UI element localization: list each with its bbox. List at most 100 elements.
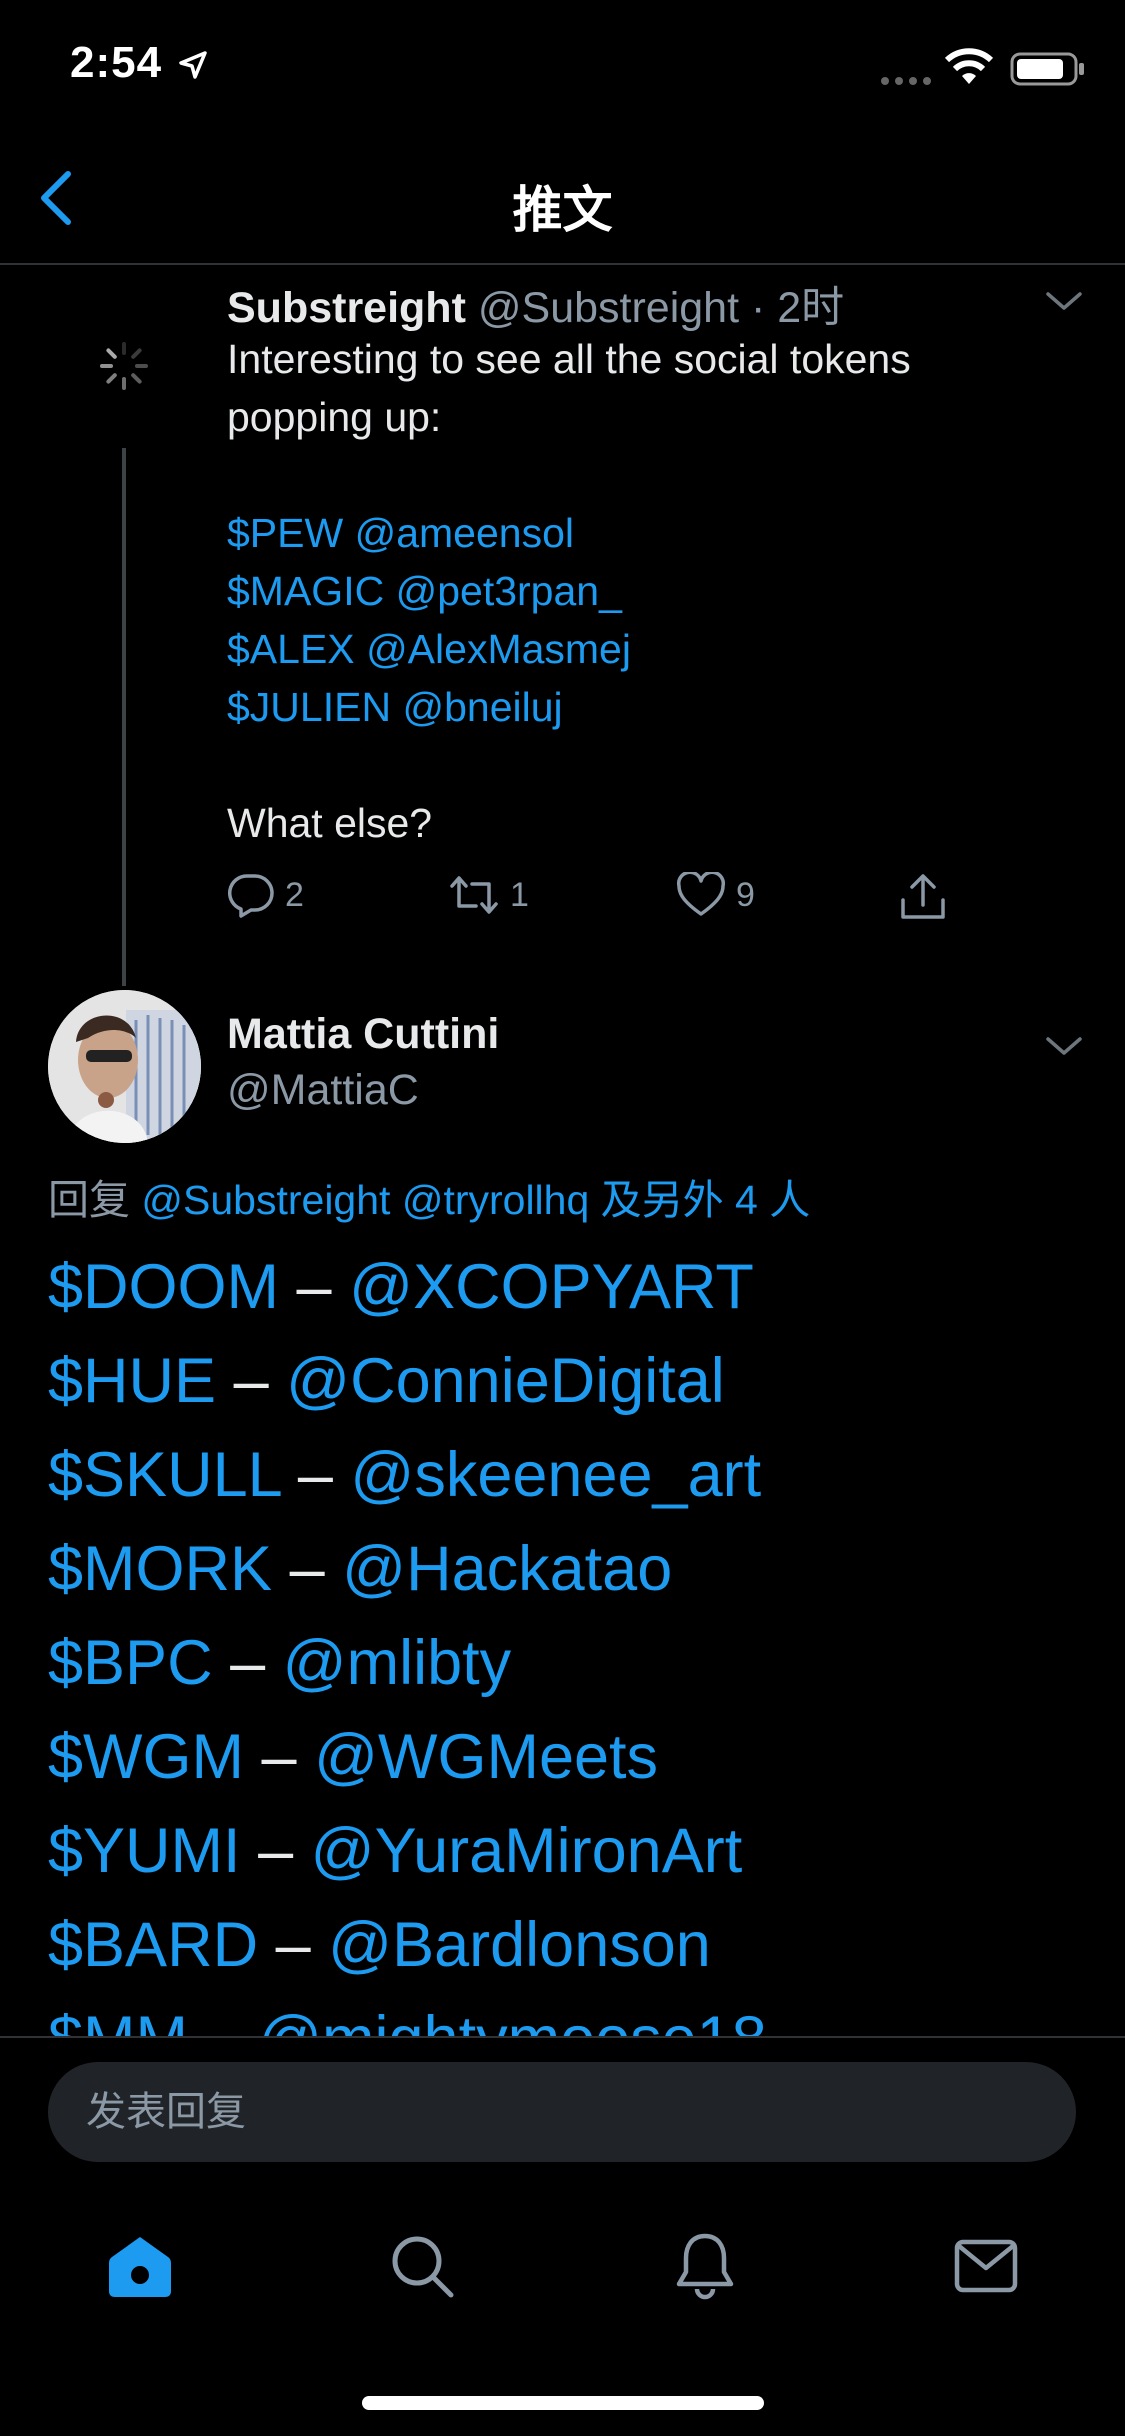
loading-spinner-icon [100,342,148,390]
dash-separator: – [296,1252,332,1322]
replying-to: 回复 @Substreight @tryrollhq 及另外 4 人 [48,1166,810,1226]
token-entry: $MORK – @Hackatao [48,1522,767,1616]
mention-link[interactable]: @bneiluj [402,684,562,730]
tweet-text-segment [384,568,395,614]
cashtag-link[interactable]: $PEW [227,510,343,556]
retweet-button[interactable]: 1 [448,872,529,918]
reply-count: 2 [285,875,304,914]
author-name[interactable]: Mattia Cuttini [227,1010,499,1059]
home-indicator [362,2396,764,2410]
cashtag-link[interactable]: $HUE [48,1346,216,1416]
cashtag-link[interactable]: $MAGIC [227,568,384,614]
dash-separator: – [297,1440,333,1510]
dash-separator: – [233,1346,269,1416]
reply-input[interactable] [48,2062,1076,2162]
cashtag-link[interactable]: $MM [48,2004,188,2036]
cashtag-link[interactable]: $MORK [48,1534,272,1604]
tweet-text-segment: Interesting to see all the social tokens [227,336,911,382]
tab-notifications[interactable] [665,2226,745,2306]
replying-to-label: 回复 [48,1177,130,1223]
mention-link[interactable]: @ConnieDigital [286,1346,725,1416]
cashtag-link[interactable]: $BPC [48,1628,213,1698]
like-button[interactable]: 9 [676,872,755,918]
mention-link[interactable]: @pet3rpan_ [396,568,622,614]
mention-link[interactable]: @AlexMasmej [366,626,631,672]
messages-icon [954,2239,1018,2293]
token-entry: $DOOM – @XCOPYART [48,1240,767,1334]
cashtag-link[interactable]: $SKULL [48,1440,280,1510]
mention-link[interactable]: @WGMeets [314,1722,658,1792]
mention-link[interactable]: @Hackatao [342,1534,672,1604]
tweet-line [227,446,1027,504]
dash-separator: – [230,1628,266,1698]
thread-connector-line [122,448,126,986]
tweet-header: Substreight @Substreight · 2时 [227,273,844,335]
cashtag-link[interactable]: $BARD [48,1910,258,1980]
chevron-down-icon[interactable] [1044,1035,1084,1059]
like-count: 9 [736,875,755,914]
tweet-text: Interesting to see all the social tokens… [227,330,1027,852]
author-name[interactable]: Substreight [227,284,466,332]
avatar-image [48,990,201,1143]
author-handle[interactable]: @MattiaC [227,1066,419,1115]
avatar[interactable] [48,990,201,1143]
dash-separator: – [258,1816,294,1886]
share-icon [901,874,945,919]
tweet-thread[interactable]: Substreight @Substreight · 2时 Interestin… [0,0,1125,2036]
search-icon [392,2236,454,2298]
mention-link[interactable]: @mightymoose18 [258,2004,767,2036]
retweet-icon [450,876,498,914]
dash-separator: – [289,1534,325,1604]
token-entry: $HUE – @ConnieDigital [48,1334,767,1428]
mention-link[interactable]: @XCOPYART [349,1252,754,1322]
dash-separator: – [261,1722,297,1792]
cashtag-link[interactable]: $YUMI [48,1816,241,1886]
tab-messages[interactable] [946,2226,1026,2306]
reply-divider [0,2036,1125,2038]
tweet-line: $MAGIC @pet3rpan_ [227,562,1027,620]
dash-separator: – [206,2004,241,2036]
share-button[interactable] [898,872,958,922]
tweet-line [227,736,1027,794]
token-entry: $MM – @mightymoose18 [48,1992,767,2036]
mention-link[interactable]: @skeenee_art [350,1440,761,1510]
tweet-text-segment [343,510,354,556]
tab-search[interactable] [382,2226,462,2306]
dot-separator: · [750,284,766,332]
cashtag-link[interactable]: $ALEX [227,626,355,672]
author-handle[interactable]: @Substreight [478,284,739,332]
replying-to-mentions[interactable]: @Substreight @tryrollhq 及另外 4 人 [141,1177,810,1223]
tweet-text-segment [355,626,366,672]
tweet-line: What else? [227,794,1027,852]
heart-icon [676,872,726,916]
mention-link[interactable]: @mlibty [283,1628,511,1698]
tweet-text-segment: What else? [227,800,433,846]
tweet-line: popping up: [227,388,1027,446]
reply-icon [227,874,274,918]
tweet-text-segment: popping up: [227,394,442,440]
token-entry: $WGM – @WGMeets [48,1710,767,1804]
mention-link[interactable]: @YuraMironArt [311,1816,743,1886]
mention-link[interactable]: @Bardlonson [328,1910,711,1980]
home-icon [109,2237,171,2297]
token-entry: $BARD – @Bardlonson [48,1898,767,1992]
tweet-text-segment [391,684,402,730]
mention-link[interactable]: @ameensol [355,510,574,556]
reply-button[interactable]: 2 [227,872,304,918]
cashtag-link[interactable]: $DOOM [48,1252,279,1322]
token-entry: $YUMI – @YuraMironArt [48,1804,767,1898]
tweet-text: $DOOM – @XCOPYART $HUE – @ConnieDigital $S… [48,1240,767,2036]
tweet-line: $PEW @ameensol [227,504,1027,562]
cashtag-link[interactable]: $JULIEN [227,684,391,730]
retweet-count: 1 [510,875,529,914]
tab-home[interactable] [100,2226,180,2306]
tweet-line: Interesting to see all the social tokens [227,330,1027,388]
notifications-icon [676,2233,734,2300]
chevron-down-icon[interactable] [1044,290,1084,314]
tweet-line: $ALEX @AlexMasmej [227,620,1027,678]
tweet-timestamp: 2时 [777,284,845,332]
token-entry: $BPC – @mlibty [48,1616,767,1710]
tweet-line: $JULIEN @bneiluj [227,678,1027,736]
cashtag-link[interactable]: $WGM [48,1722,244,1792]
dash-separator: – [275,1910,311,1980]
